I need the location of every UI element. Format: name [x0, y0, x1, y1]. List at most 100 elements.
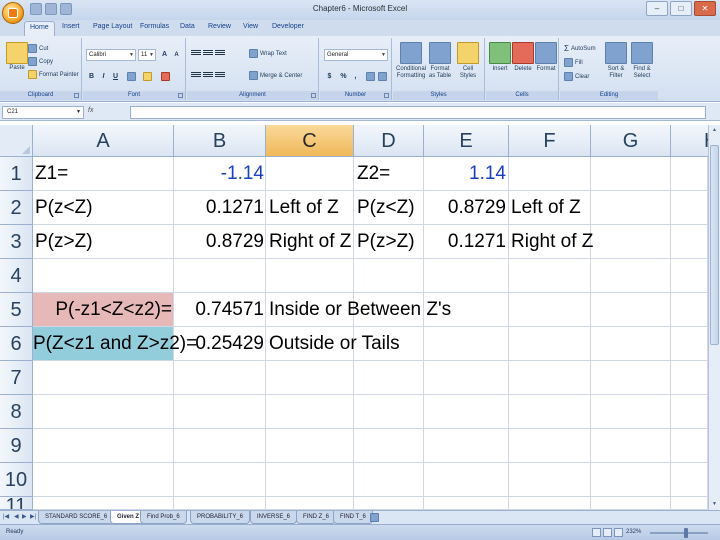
grid-cell[interactable] — [671, 497, 708, 510]
grid-cell[interactable] — [509, 497, 591, 510]
grid-cell[interactable] — [509, 293, 591, 327]
cell-a2[interactable]: P(z<Z) — [35, 191, 93, 225]
grid-cell[interactable] — [174, 259, 266, 293]
tab-developer[interactable]: Developer — [272, 23, 304, 30]
cell-b2[interactable]: 0.1271 — [174, 191, 264, 225]
cell-e1[interactable]: 1.14 — [424, 157, 506, 191]
grid-cell[interactable] — [509, 259, 591, 293]
align-middle-icon[interactable] — [203, 49, 213, 59]
grid-cell[interactable] — [591, 497, 671, 510]
grid-cell[interactable] — [591, 327, 671, 361]
format-cells-button[interactable]: Format — [535, 42, 557, 72]
autosum-button[interactable]: Σ AutoSum — [564, 44, 596, 53]
increase-decimal-icon[interactable] — [366, 72, 375, 81]
tab-insert[interactable]: Insert — [62, 23, 80, 30]
tab-page-layout[interactable]: Page Layout — [93, 23, 132, 30]
number-format-select[interactable]: General ▼ — [324, 49, 388, 61]
column-header-d[interactable]: D — [354, 125, 424, 157]
delete-cells-button[interactable]: Delete — [512, 42, 534, 72]
minimize-button[interactable]: – — [646, 1, 668, 16]
grid-cell[interactable] — [671, 395, 708, 429]
percent-button[interactable]: % — [338, 71, 349, 82]
grid-cell[interactable] — [591, 395, 671, 429]
row-header-3[interactable]: 3 — [0, 225, 33, 259]
grid-cell[interactable] — [591, 191, 671, 225]
insert-function-button[interactable]: fx — [88, 107, 93, 114]
grid-cell[interactable] — [33, 395, 174, 429]
row-header-2[interactable]: 2 — [0, 191, 33, 225]
cell-e3[interactable]: 0.1271 — [424, 225, 506, 259]
row-header-6[interactable]: 6 — [0, 327, 33, 361]
grid-cell[interactable] — [33, 259, 174, 293]
name-box[interactable]: C21 ▼ — [2, 106, 84, 119]
grid-cell[interactable] — [671, 361, 708, 395]
cell-c6[interactable]: Outside or Tails — [269, 327, 400, 361]
grid-cell[interactable] — [671, 429, 708, 463]
row-header-8[interactable]: 8 — [0, 395, 33, 429]
column-header-h[interactable]: H — [671, 125, 718, 157]
column-header-f[interactable]: F — [509, 125, 591, 157]
page-break-view-icon[interactable] — [614, 528, 623, 537]
grid-cell[interactable] — [591, 463, 671, 497]
cell-a1[interactable]: Z1= — [35, 157, 68, 191]
align-bottom-icon[interactable] — [215, 49, 225, 59]
conditional-formatting-button[interactable]: Conditional Formatting — [396, 42, 426, 80]
cell-f2[interactable]: Left of Z — [511, 191, 581, 225]
grid-cell[interactable] — [671, 225, 708, 259]
paste-button[interactable]: Paste — [6, 42, 28, 71]
row-header-9[interactable]: 9 — [0, 429, 33, 463]
grid-cell[interactable] — [174, 361, 266, 395]
grid-cell[interactable] — [671, 157, 708, 191]
column-header-e[interactable]: E — [424, 125, 509, 157]
zoom-slider-thumb[interactable] — [684, 528, 688, 538]
cell-a3[interactable]: P(z>Z) — [35, 225, 93, 259]
grid-cell[interactable] — [266, 429, 354, 463]
align-top-icon[interactable] — [191, 49, 201, 59]
row-header-7[interactable]: 7 — [0, 361, 33, 395]
grid-cell[interactable] — [509, 395, 591, 429]
clear-button[interactable]: Clear — [564, 72, 589, 81]
italic-button[interactable]: I — [98, 71, 109, 82]
cut-button[interactable]: Cut — [28, 44, 48, 53]
scroll-down-icon[interactable]: ▼ — [710, 500, 719, 509]
sheet-tab-probability[interactable]: PROBABILITY_6 — [190, 511, 251, 524]
grid-cell[interactable] — [591, 361, 671, 395]
grid-cell[interactable] — [354, 429, 424, 463]
sheet-tab-standard-score[interactable]: STANDARD SCORE_6 — [38, 511, 115, 524]
page-layout-view-icon[interactable] — [603, 528, 612, 537]
grid-cell[interactable] — [424, 463, 509, 497]
fill-button[interactable]: Fill — [564, 58, 583, 67]
row-header-10[interactable]: 10 — [0, 463, 33, 497]
grid-cell[interactable] — [33, 429, 174, 463]
format-as-table-button[interactable]: Format as Table — [427, 42, 453, 80]
sheet-tab-find-z[interactable]: FIND Z_6 — [296, 511, 337, 524]
grid-cell[interactable] — [591, 429, 671, 463]
grid-cell[interactable] — [591, 259, 671, 293]
grid-cell[interactable] — [509, 429, 591, 463]
grid-cell[interactable] — [424, 429, 509, 463]
underline-button[interactable]: U — [110, 71, 121, 82]
format-painter-button[interactable]: Format Painter — [28, 70, 79, 79]
grid-cell[interactable] — [671, 327, 708, 361]
first-sheet-icon[interactable]: |◀ — [3, 513, 9, 520]
grid-cell[interactable] — [266, 497, 354, 510]
grid-cell[interactable] — [174, 463, 266, 497]
column-header-c[interactable]: C — [266, 125, 354, 157]
font-name-select[interactable]: Calibri ▼ — [86, 49, 136, 61]
grid-cell[interactable] — [424, 327, 509, 361]
font-color-icon[interactable] — [161, 72, 170, 81]
grid-cell[interactable] — [354, 463, 424, 497]
grid-cell[interactable] — [509, 361, 591, 395]
tab-view[interactable]: View — [243, 23, 258, 30]
sort-filter-button[interactable]: Sort & Filter — [604, 42, 628, 80]
dialog-launcher-icon[interactable] — [74, 93, 79, 98]
grid-cell[interactable] — [174, 395, 266, 429]
grid-cell[interactable] — [354, 497, 424, 510]
next-sheet-icon[interactable]: ▶ — [22, 513, 27, 520]
cell-e2[interactable]: 0.8729 — [424, 191, 506, 225]
scroll-up-icon[interactable]: ▲ — [710, 126, 719, 135]
tab-data[interactable]: Data — [180, 23, 195, 30]
grid-cell[interactable] — [266, 395, 354, 429]
row-header-1[interactable]: 1 — [0, 157, 33, 191]
cell-b1[interactable]: -1.14 — [174, 157, 264, 191]
